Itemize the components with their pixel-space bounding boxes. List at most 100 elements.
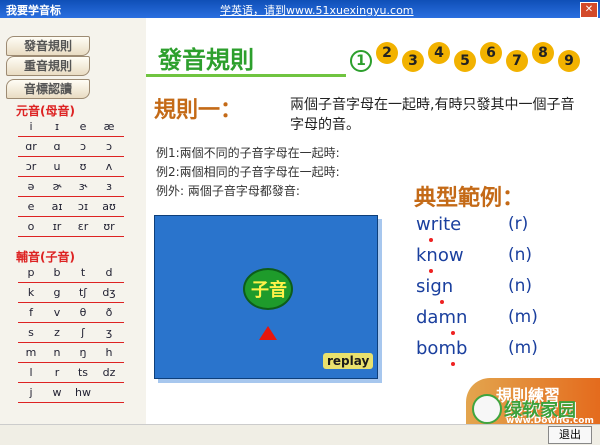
consonant-group-title: 輔音(子音) bbox=[16, 250, 75, 264]
rule-bullet-9[interactable]: 9 bbox=[558, 50, 580, 72]
phonetic-symbol[interactable]: o bbox=[18, 220, 44, 233]
example-word: write bbox=[416, 214, 462, 235]
row-divider bbox=[18, 156, 124, 157]
phonetic-symbol[interactable]: m bbox=[18, 346, 44, 359]
phonetic-symbol[interactable]: ɛr bbox=[70, 220, 96, 233]
phonetic-symbol[interactable]: d bbox=[96, 266, 122, 279]
page-title: 發音規則 bbox=[158, 46, 254, 74]
example-word: know bbox=[416, 245, 464, 266]
phonetic-symbol[interactable]: e bbox=[18, 200, 44, 213]
phonetic-symbol[interactable]: aɪ bbox=[44, 200, 70, 213]
phonetic-symbol[interactable]: ɑ bbox=[44, 140, 70, 153]
phonetic-symbol[interactable]: w bbox=[44, 386, 70, 399]
row-divider bbox=[18, 302, 124, 303]
phonetic-symbol[interactable]: i bbox=[18, 120, 44, 133]
silent-letter-dot-icon bbox=[440, 300, 444, 304]
replay-button[interactable]: replay bbox=[323, 353, 374, 369]
pointer-arrow-icon bbox=[259, 326, 277, 340]
phonetic-symbol[interactable]: p bbox=[18, 266, 44, 279]
phonetic-symbol[interactable]: k bbox=[18, 286, 44, 299]
phonetic-symbol[interactable]: ɑr bbox=[18, 140, 44, 153]
typical-examples-title: 典型範例： bbox=[414, 186, 525, 211]
phonetic-symbol[interactable]: ŋ bbox=[70, 346, 96, 359]
phonetic-symbol[interactable]: dʒ bbox=[96, 286, 122, 299]
rule-text: 兩個子音字母在一起時,有時只發其中一個子音字母的音。 bbox=[290, 97, 575, 133]
rule-title: 規則一： bbox=[154, 98, 243, 123]
example-phonetic: (n) bbox=[508, 245, 533, 265]
phonetic-symbol[interactable]: j bbox=[18, 386, 44, 399]
phonetic-symbol[interactable]: ə bbox=[18, 180, 44, 193]
phonetic-symbol[interactable]: dz bbox=[96, 366, 122, 379]
row-divider bbox=[18, 176, 124, 177]
silent-letter-dot-icon bbox=[451, 362, 455, 366]
rule-bullet-7[interactable]: 7 bbox=[506, 50, 528, 72]
phonetic-symbol[interactable]: ʌ bbox=[96, 160, 122, 173]
phonetic-symbol[interactable]: ɝ bbox=[70, 180, 96, 193]
phonetic-symbol[interactable]: tʃ bbox=[70, 286, 96, 299]
phonetic-symbol[interactable]: ʊr bbox=[96, 220, 122, 233]
rule-bullet-4[interactable]: 4 bbox=[428, 42, 450, 64]
main-panel: 發音規則 123456789 規則一： 兩個子音字母在一起時,有時只發其中一個子… bbox=[146, 18, 600, 426]
phonetic-symbol[interactable]: v bbox=[44, 306, 70, 319]
example-word: bomb bbox=[416, 338, 468, 359]
nav-button-pronunciation-rules[interactable]: 發音規則 bbox=[6, 36, 90, 56]
phonetic-symbol[interactable]: ʃ bbox=[70, 326, 96, 339]
phonetic-symbol[interactable]: ɔ bbox=[96, 140, 122, 153]
phonetic-symbol[interactable]: n bbox=[44, 346, 70, 359]
example-phonetic: (r) bbox=[508, 214, 529, 234]
phonetic-symbol[interactable]: b bbox=[44, 266, 70, 279]
row-divider bbox=[18, 382, 124, 383]
phonetic-symbol[interactable]: t bbox=[70, 266, 96, 279]
phonetic-symbol[interactable]: u bbox=[44, 160, 70, 173]
phonetic-symbol[interactable]: h bbox=[96, 346, 122, 359]
exit-button[interactable]: 退出 bbox=[548, 426, 592, 444]
phonetic-symbol[interactable]: f bbox=[18, 306, 44, 319]
app-title: 我要学音标 bbox=[6, 4, 61, 17]
row-divider bbox=[18, 216, 124, 217]
rule-bullet-1[interactable]: 1 bbox=[350, 50, 372, 72]
phonetic-symbol[interactable]: hw bbox=[70, 386, 96, 399]
row-divider bbox=[18, 196, 124, 197]
website-link[interactable]: 学英语，请到www.51xuexingyu.com bbox=[220, 2, 414, 18]
phonetic-symbol[interactable]: ɔ bbox=[70, 140, 96, 153]
nav-button-phonetic-reading[interactable]: 音標認讀 bbox=[6, 79, 90, 99]
rule-bullet-5[interactable]: 5 bbox=[454, 50, 476, 72]
phonetic-symbol[interactable]: z bbox=[44, 326, 70, 339]
phonetic-symbol[interactable]: ts bbox=[70, 366, 96, 379]
example-word: sign bbox=[416, 276, 454, 297]
phonetic-symbol[interactable]: ɪr bbox=[44, 220, 70, 233]
example-line-1: 例1:兩個不同的子音字母在一起時: bbox=[156, 146, 340, 160]
rule-bullet-2[interactable]: 2 bbox=[376, 42, 398, 64]
phonetic-symbol[interactable]: r bbox=[44, 366, 70, 379]
phonetic-symbol[interactable]: ɜ bbox=[96, 180, 122, 193]
phonetic-symbol[interactable]: ʒ bbox=[96, 326, 122, 339]
phonetic-symbol[interactable]: ð bbox=[96, 306, 122, 319]
phonetic-symbol[interactable]: ɪ bbox=[44, 120, 70, 133]
nav-button-stress-rules[interactable]: 重音規則 bbox=[6, 56, 90, 76]
rule-bullet-6[interactable]: 6 bbox=[480, 42, 502, 64]
close-icon[interactable]: ✕ bbox=[580, 2, 598, 18]
phonetic-symbol[interactable]: aʊ bbox=[96, 200, 122, 213]
phonetic-symbol[interactable]: g bbox=[44, 286, 70, 299]
phonetic-symbol[interactable]: e bbox=[70, 120, 96, 133]
silent-letter-dot-icon bbox=[451, 331, 455, 335]
phonetic-symbol[interactable]: s bbox=[18, 326, 44, 339]
silent-letter-dot-icon bbox=[429, 269, 433, 273]
animation-panel: 子音 replay bbox=[154, 215, 378, 379]
phonetic-symbol[interactable]: ʊ bbox=[70, 160, 96, 173]
rule-bullet-3[interactable]: 3 bbox=[402, 50, 424, 72]
phonetic-symbol[interactable]: æ bbox=[96, 120, 122, 133]
example-phonetic: (n) bbox=[508, 276, 533, 296]
example-line-2: 例2:兩個相同的子音字母在一起時: bbox=[156, 165, 340, 179]
phonetic-symbol[interactable]: ɚ bbox=[44, 180, 70, 193]
phonetic-symbol[interactable]: ɔr bbox=[18, 160, 44, 173]
example-word: damn bbox=[416, 307, 468, 328]
status-bar: 退出 bbox=[0, 424, 600, 445]
rule-bullet-8[interactable]: 8 bbox=[532, 42, 554, 64]
phonetic-symbol[interactable]: θ bbox=[70, 306, 96, 319]
row-divider bbox=[18, 282, 124, 283]
phonetic-symbol[interactable]: ɔɪ bbox=[70, 200, 96, 213]
example-line-3: 例外: 兩個子音字母都發音: bbox=[156, 184, 300, 198]
rule-practice-button[interactable]: 規則練習 绿软家园 www.DownG.com bbox=[466, 378, 600, 426]
phonetic-symbol[interactable]: l bbox=[18, 366, 44, 379]
